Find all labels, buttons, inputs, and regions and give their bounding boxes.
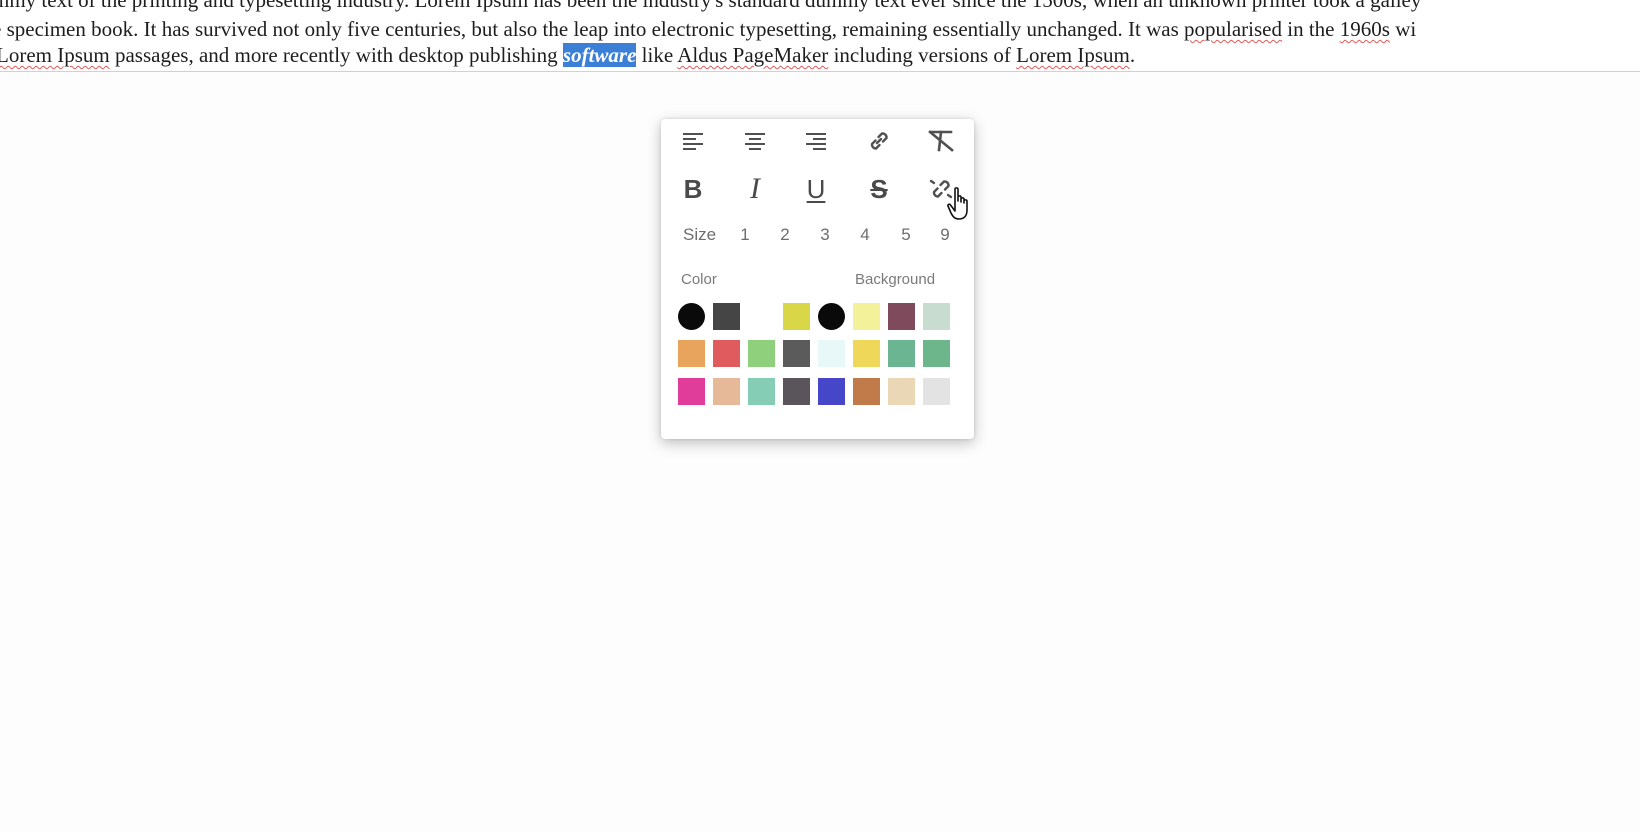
color-swatch[interactable] xyxy=(888,340,915,367)
align-right-button[interactable] xyxy=(798,123,834,159)
color-swatch[interactable] xyxy=(783,340,810,367)
color-swatch[interactable] xyxy=(853,303,880,330)
spell-flagged-word: Lorem Ipsum xyxy=(0,43,110,67)
link-icon xyxy=(870,132,888,150)
spell-flagged-word: popularised xyxy=(1184,17,1282,41)
color-swatch[interactable] xyxy=(713,303,740,330)
text-segment: e specimen book. It has survived not onl… xyxy=(0,17,1185,41)
color-swatch[interactable] xyxy=(713,378,740,405)
color-swatch[interactable] xyxy=(818,340,845,367)
insert-link-button[interactable] xyxy=(861,123,897,159)
align-left-button[interactable] xyxy=(675,123,711,159)
underline-button[interactable]: U xyxy=(798,171,834,207)
spell-flagged-word: Aldus PageMaker xyxy=(677,43,829,67)
color-swatch[interactable] xyxy=(783,303,810,330)
color-swatch[interactable] xyxy=(888,303,915,330)
color-swatch[interactable] xyxy=(748,303,775,330)
color-swatch[interactable] xyxy=(783,378,810,405)
size-option-5[interactable]: 5 xyxy=(894,225,918,245)
color-swatch[interactable] xyxy=(853,340,880,367)
unlink-button[interactable] xyxy=(923,171,959,207)
color-swatch[interactable] xyxy=(678,378,705,405)
bold-label: B xyxy=(683,174,703,204)
color-swatch[interactable] xyxy=(818,303,845,330)
bold-button[interactable]: B xyxy=(675,171,711,207)
underline-label: U xyxy=(806,174,826,204)
align-left-icon xyxy=(683,133,703,150)
size-option-1[interactable]: 1 xyxy=(733,225,757,245)
size-option-2[interactable]: 2 xyxy=(773,225,797,245)
color-swatch[interactable] xyxy=(678,340,705,367)
size-option-9[interactable]: 9 xyxy=(933,225,957,245)
spell-flagged-word: 1960s xyxy=(1339,17,1390,41)
text-segment: like xyxy=(636,43,678,67)
italic-label: I xyxy=(750,172,760,205)
color-swatch[interactable] xyxy=(678,303,705,330)
align-right-icon xyxy=(806,133,826,150)
color-swatch[interactable] xyxy=(923,378,950,405)
text-line-1[interactable]: mmy text of the printing and typesetting… xyxy=(0,0,1421,13)
clear-format-button[interactable] xyxy=(923,123,959,159)
color-swatch[interactable] xyxy=(748,340,775,367)
color-swatch[interactable] xyxy=(853,378,880,405)
text-line-3[interactable]: Lorem Ipsum passages, and more recently … xyxy=(0,42,1135,68)
spell-flagged-word: Lorem Ipsum xyxy=(1016,43,1130,67)
background-label: Background xyxy=(855,271,936,288)
color-swatch[interactable] xyxy=(888,378,915,405)
align-center-icon xyxy=(745,133,765,150)
color-swatch[interactable] xyxy=(923,303,950,330)
text-segment: . xyxy=(1129,43,1136,67)
size-label: Size xyxy=(683,225,717,244)
color-swatch[interactable] xyxy=(748,378,775,405)
color-swatch[interactable] xyxy=(713,340,740,367)
unlink-icon xyxy=(929,179,953,199)
text-segment: wi xyxy=(1389,17,1417,41)
text-segment: passages, and more recently with desktop… xyxy=(109,43,563,67)
document-editor[interactable]: mmy text of the printing and typesetting… xyxy=(0,0,1640,72)
strikethrough-label: S xyxy=(870,174,888,204)
size-option-3[interactable]: 3 xyxy=(813,225,837,245)
color-label: Color xyxy=(681,271,717,288)
format-popup: B I U S Size 1 2 3 4 5 9 Color Backgroun… xyxy=(661,119,974,439)
strikethrough-button[interactable]: S xyxy=(861,171,897,207)
text-line-2[interactable]: e specimen book. It has survived not onl… xyxy=(0,16,1416,42)
align-center-button[interactable] xyxy=(737,123,773,159)
color-swatch[interactable] xyxy=(923,340,950,367)
clear-format-icon xyxy=(928,130,954,152)
size-option-4[interactable]: 4 xyxy=(853,225,877,245)
text-segment: in the xyxy=(1282,17,1340,41)
italic-button[interactable]: I xyxy=(737,171,773,207)
color-swatch[interactable] xyxy=(818,378,845,405)
text-segment: including versions of xyxy=(828,43,1017,67)
selected-text[interactable]: software xyxy=(562,43,637,67)
